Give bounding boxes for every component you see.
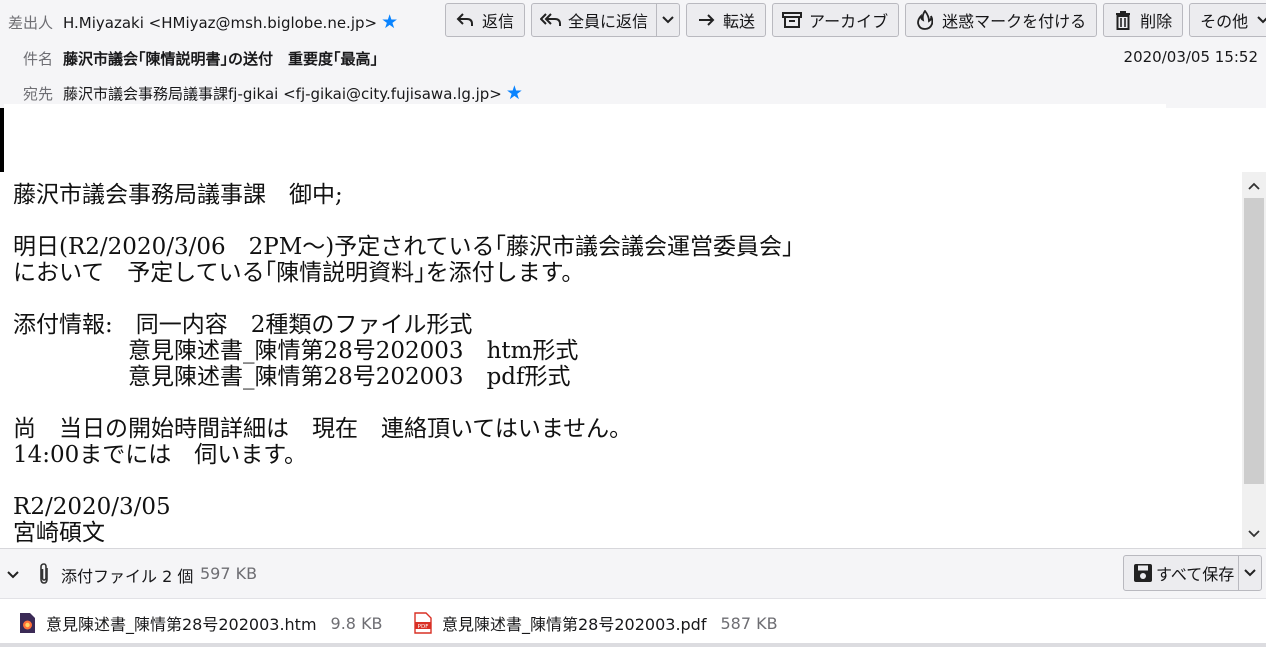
junk-label: 迷惑マークを付ける [942,12,1087,31]
from-row: 差出人 H.Miyazaki <HMiyaz@msh.biglobe.ne.jp… [0,12,398,33]
body-line [13,390,794,416]
chevron-down-icon[interactable] [1238,556,1261,590]
attachment-filesize: 9.8 KB [330,613,383,633]
attachment-total-size: 597 KB [200,564,258,583]
body-line: において 予定している｢陳情説明資料｣を添付します。 [13,260,585,286]
other-actions-button[interactable]: その他 [1189,3,1266,37]
svg-text:PDF: PDF [418,624,429,630]
body-line: 藤沢市議会事務局議事課 御中; [13,182,343,208]
from-address[interactable]: H.Miyazaki <HMiyaz@msh.biglobe.ne.jp> [63,14,377,32]
scroll-up-icon[interactable] [1242,174,1266,198]
chevron-down-icon [1252,9,1266,31]
to-label: 宛先 [22,85,53,103]
body-line: 明日(R2/2020/3/06 2PM～)予定されている｢藤沢市議会議会運営委員… [13,234,794,260]
chevron-down-icon[interactable] [6,565,20,584]
junk-button[interactable]: 迷惑マークを付ける [905,3,1098,37]
attachment-bar: 添付ファイル 2 個 597 KB すべて保存 [0,548,1266,598]
trash-icon [1112,9,1134,31]
body-line: 宮崎碩文 [13,520,105,546]
star-icon[interactable]: ★ [506,84,523,103]
reply-button[interactable]: 返信 [445,3,526,37]
attachment-item[interactable]: PDF 意見陳述書_陳情第28号202003.pdf 587 KB [414,611,778,635]
bottom-divider [0,643,1266,647]
subject-row: 件名 藤沢市議会｢陳情説明書｣の送付 重要度｢最高｣ [0,48,378,69]
reply-icon [454,9,476,31]
vertical-scrollbar[interactable] [1242,172,1266,548]
forward-button[interactable]: 転送 [686,3,767,37]
forward-label: 転送 [723,12,756,31]
reply-label: 返信 [482,12,515,31]
attachment-list: 意見陳述書_陳情第28号202003.htm 9.8 KB PDF 意見陳述書_… [0,598,1266,647]
message-body[interactable]: 藤沢市議会事務局議事課 御中; 明日(R2/2020/3/06 2PM～)予定され… [0,172,1242,548]
body-line [13,286,794,312]
reply-all-icon [540,9,562,31]
save-icon [1132,562,1154,584]
paperclip-icon [36,562,52,590]
body-line: 添付情報: 同一内容 2種類のファイル形式 [13,312,473,338]
attachment-count[interactable]: 添付ファイル 2 個 [61,563,193,587]
body-line: 意見陳述書_陳情第28号202003 pdf形式 [13,364,571,390]
forward-icon [695,9,717,31]
attachment-item[interactable]: 意見陳述書_陳情第28号202003.htm 9.8 KB [18,611,383,635]
attachment-filename: 意見陳述書_陳情第28号202003.pdf [442,615,707,634]
save-all-label: すべて保存 [1156,565,1235,584]
pdf-file-icon: PDF [414,612,432,634]
message-toolbar: 返信 全員に返信 転送 アーカイブ 迷惑マークを付ける 削除 その他 [445,3,1266,37]
other-label: その他 [1200,12,1249,31]
body-line: 14:00までには 伺います。 [13,442,307,468]
chevron-down-icon[interactable] [656,4,679,36]
flame-icon [914,9,936,31]
message-date: 2020/03/05 15:52 [1123,48,1258,66]
body-line [13,468,794,494]
body-line: R2/2020/3/05 [13,494,171,520]
message-header: 差出人 H.Miyazaki <HMiyaz@msh.biglobe.ne.jp… [0,0,1266,108]
star-icon[interactable]: ★ [381,13,398,32]
message-body-text: 藤沢市議会事務局議事課 御中; 明日(R2/2020/3/06 2PM～)予定され… [13,182,794,546]
scroll-down-icon[interactable] [1242,522,1266,546]
scrollbar-thumb[interactable] [1244,198,1264,484]
to-address[interactable]: 藤沢市議会事務局議事課fj-gikai <fj-gikai@city.fujis… [63,83,502,104]
reply-all-label: 全員に返信 [568,12,649,31]
attachment-filesize: 587 KB [720,613,778,633]
subject-text: 藤沢市議会｢陳情説明書｣の送付 重要度｢最高｣ [63,50,379,68]
body-line: 尚 当日の開始時間詳細は 現在 連絡頂いてはいません。 [13,416,633,442]
from-label: 差出人 [7,14,53,32]
body-line [13,208,794,234]
to-row: 宛先 藤沢市議会事務局議事課fj-gikai <fj-gikai@city.fu… [0,83,523,104]
reply-all-button[interactable]: 全員に返信 [531,3,681,37]
body-line: 意見陳述書_陳情第28号202003 htm形式 [13,338,579,364]
attachment-filename: 意見陳述書_陳情第28号202003.htm [46,615,317,634]
delete-label: 削除 [1140,12,1173,31]
archive-button[interactable]: アーカイブ [772,3,900,37]
header-overlay [4,104,1166,172]
archive-label: アーカイブ [809,12,889,31]
redaction-mark [0,108,4,172]
delete-button[interactable]: 削除 [1103,3,1184,37]
html-file-icon [18,612,36,634]
subject-label: 件名 [22,50,53,68]
save-all-button[interactable]: すべて保存 [1123,555,1263,591]
archive-icon [781,9,803,31]
